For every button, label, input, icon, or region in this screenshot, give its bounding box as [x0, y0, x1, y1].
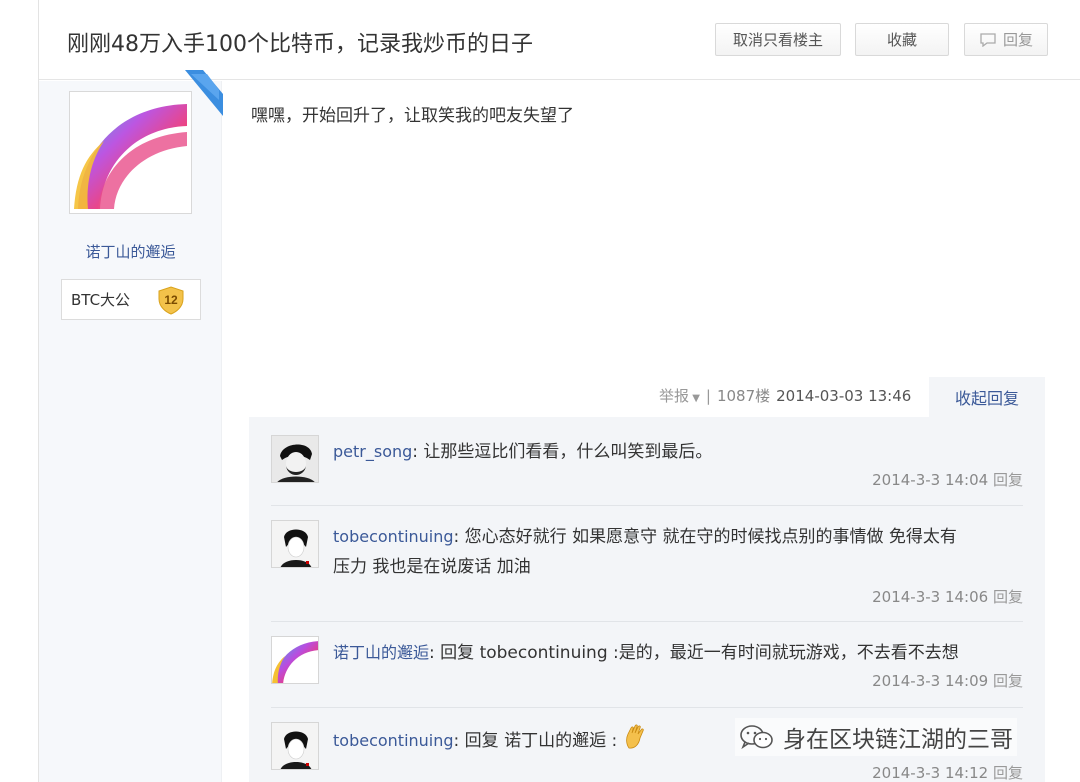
- reply-item: petr_song: 让那些逗比们看看，什么叫笑到最后。 2014-3-3 14…: [271, 435, 1023, 523]
- meta-divider: |: [705, 386, 711, 405]
- op-ribbon-icon: [185, 70, 223, 116]
- reply-target-user[interactable]: tobecontinuing: [480, 643, 608, 663]
- report-link[interactable]: 举报 ▼: [659, 385, 700, 406]
- level-number: 12: [164, 293, 178, 307]
- reply-time: 2014-3-3 14:09: [872, 672, 989, 690]
- reply-text: : 让那些逗比们看看，什么叫笑到最后。: [412, 442, 713, 462]
- ok-hand-emoji-icon: [625, 724, 644, 749]
- collapse-replies-button[interactable]: 收起回复: [929, 377, 1045, 417]
- post-meta: 举报 ▼ | 1087楼 2014-03-03 13:46: [659, 385, 911, 406]
- thread-frame: 刚刚48万入手100个比特币，记录我炒币的日子 取消只看楼主 收藏 回复 诺丁山…: [38, 0, 1080, 782]
- author-sidebar: 诺丁山的邂逅 BTC大公 12: [39, 81, 222, 782]
- reply-link[interactable]: 回复: [993, 471, 1023, 489]
- favorite-button[interactable]: 收藏: [855, 23, 949, 56]
- portrait-avatar-image: [272, 436, 318, 482]
- reply-meta: 2014-3-3 14:04 回复: [872, 469, 1023, 490]
- reply-username[interactable]: tobecontinuing: [333, 731, 454, 750]
- reply-time: 2014-3-3 14:04: [872, 471, 989, 489]
- rainbow-avatar-image: [74, 96, 187, 209]
- reply-link[interactable]: 回复: [993, 588, 1023, 606]
- reply-avatar[interactable]: [271, 520, 319, 568]
- thread-title: 刚刚48万入手100个比特币，记录我炒币的日子: [67, 32, 533, 57]
- reply-avatar[interactable]: [271, 435, 319, 483]
- reply-divider: [271, 505, 1023, 506]
- reply-meta: 2014-3-3 14:12 回复: [872, 762, 1023, 782]
- reply-meta: 2014-3-3 14:09 回复: [872, 670, 1023, 691]
- reply-time: 2014-3-3 14:12: [872, 764, 989, 782]
- watermark-text: 身在区块链江湖的三哥: [783, 727, 1013, 753]
- reply-text-prefix: : 回复: [453, 731, 505, 751]
- reply-text-line2: 压力 我也是在说废话 加油: [333, 557, 531, 577]
- reply-username[interactable]: tobecontinuing: [333, 527, 454, 546]
- reply-text-prefix: : 回复: [429, 643, 480, 663]
- reply-target-user[interactable]: 诺丁山的邂逅: [504, 731, 606, 751]
- reply-avatar[interactable]: [271, 636, 319, 684]
- rank-label: BTC大公: [71, 291, 131, 309]
- reply-body: 诺丁山的邂逅: 回复 tobecontinuing :是的，最近一有时间就玩游戏…: [333, 638, 1023, 668]
- reply-link[interactable]: 回复: [993, 764, 1023, 782]
- sketch-avatar-image: [272, 521, 318, 567]
- reply-text: :: [606, 731, 618, 751]
- reply-body: petr_song: 让那些逗比们看看，什么叫笑到最后。: [333, 437, 1023, 467]
- reply-item: 诺丁山的邂逅: 回复 tobecontinuing :是的，最近一有时间就玩游戏…: [271, 636, 1023, 726]
- reply-time: 2014-3-3 14:06: [872, 588, 989, 606]
- post-time: 2014-03-03 13:46: [776, 386, 912, 405]
- thread-header: 刚刚48万入手100个比特币，记录我炒币的日子 取消只看楼主 收藏 回复: [39, 0, 1080, 80]
- reply-text-line1: : 您心态好就行 如果愿意守 就在守的时候找点别的事情做 免得太有: [453, 527, 957, 547]
- speech-bubble-icon: [980, 32, 996, 47]
- wechat-icon: [740, 725, 773, 750]
- reply-text: :是的，最近一有时间就玩游戏，不去看不去想: [607, 643, 959, 663]
- only-op-toggle-button[interactable]: 取消只看楼主: [715, 23, 841, 56]
- reply-link[interactable]: 回复: [993, 672, 1023, 690]
- reply-username[interactable]: 诺丁山的邂逅: [333, 643, 429, 662]
- sketch-avatar-image: [272, 723, 318, 769]
- reply-meta: 2014-3-3 14:06 回复: [872, 586, 1023, 607]
- author-username[interactable]: 诺丁山的邂逅: [39, 241, 222, 262]
- reply-avatar[interactable]: [271, 722, 319, 770]
- level-shield-icon: 12: [158, 286, 184, 315]
- wechat-watermark: 身在区块链江湖的三哥: [735, 718, 1017, 756]
- caret-down-icon: ▼: [689, 393, 700, 404]
- reply-divider: [271, 707, 1023, 708]
- author-rank-badge[interactable]: BTC大公 12: [61, 279, 201, 320]
- rainbow-avatar-small-image: [272, 637, 318, 683]
- author-avatar[interactable]: [69, 91, 192, 214]
- reply-username[interactable]: petr_song: [333, 442, 412, 461]
- floor-number: 1087楼: [716, 387, 771, 405]
- reply-button-label: 回复: [1002, 31, 1033, 49]
- reply-button[interactable]: 回复: [964, 23, 1048, 56]
- post-content: 嘿嘿，开始回升了，让取笑我的吧友失望了: [251, 106, 574, 126]
- reply-divider: [271, 621, 1023, 622]
- reply-item: tobecontinuing: 您心态好就行 如果愿意守 就在守的时候找点别的事…: [271, 520, 1023, 630]
- reply-body: tobecontinuing: 您心态好就行 如果愿意守 就在守的时候找点别的事…: [333, 522, 1023, 582]
